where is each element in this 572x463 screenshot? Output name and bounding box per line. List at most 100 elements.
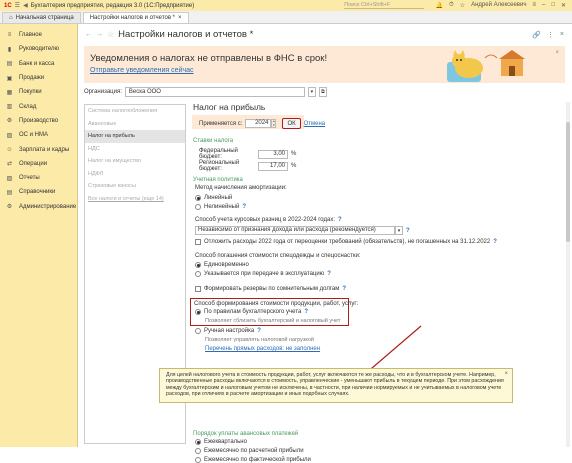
minimize-icon[interactable]: – <box>542 2 545 9</box>
checkbox[interactable] <box>195 286 201 292</box>
radio-button[interactable] <box>195 195 201 201</box>
close-icon[interactable]: × <box>560 31 564 39</box>
nav-item-property-tax[interactable]: Налог на имущество <box>85 155 185 168</box>
help-icon[interactable]: ? <box>327 271 331 277</box>
sidebar-item-salary[interactable]: ☺ Зарплата и кадры <box>0 142 77 156</box>
bell-icon[interactable]: 🔔 <box>436 2 443 9</box>
gear-icon: ⚙ <box>6 204 13 211</box>
sidebar-item-sales[interactable]: ▣ Продажи <box>0 71 77 85</box>
back-arrow-icon[interactable]: ← <box>85 31 92 38</box>
exchange-select[interactable]: Независимо от признания дохода или расхо… <box>195 226 395 235</box>
app-logo: 1С <box>4 2 12 9</box>
user-name[interactable]: Андрей Алексеевич <box>471 2 526 9</box>
fed-rate-field[interactable]: 3,00 <box>258 149 288 159</box>
scrollbar-thumb[interactable] <box>566 122 570 242</box>
help-icon[interactable]: ? <box>493 239 497 245</box>
sidebar-item-operations[interactable]: ⇄ Операции <box>0 157 77 171</box>
org-dropdown-button[interactable]: ▾ <box>307 86 316 97</box>
cancel-link[interactable]: Отмена <box>304 121 326 127</box>
radio-button[interactable] <box>195 448 201 454</box>
adv-quarterly-option[interactable]: Ежеквартально <box>195 439 247 445</box>
sidebar-item-main[interactable]: ≡ Главное <box>0 28 77 42</box>
spec-use-option[interactable]: Указывается при передаче в эксплуатацию … <box>195 271 331 277</box>
link-icon[interactable]: 🔗 <box>532 31 541 39</box>
radio-button[interactable] <box>195 309 201 315</box>
sidebar: ≡ Главное ▮ Руководителю ▤ Банк и касса ▣ Пр… <box>0 24 78 447</box>
adv-monthly-fact-option[interactable]: Ежемесячно по фактической прибыли <box>195 457 311 463</box>
org-open-button[interactable]: ⧉ <box>318 86 327 97</box>
search-input[interactable]: Поиск Ctrl+Shift+F <box>344 2 425 9</box>
ok-button[interactable]: ОК <box>282 118 301 129</box>
history-icon[interactable]: ⏱ <box>449 2 454 9</box>
sidebar-item-assets[interactable]: ▧ ОС и НМА <box>0 128 77 142</box>
favorite-star-icon[interactable]: ☆ <box>107 30 114 39</box>
cost-manual-option[interactable]: Ручная настройка ? <box>195 328 261 334</box>
cost-rules-option[interactable]: По правилам бухгалтерского учета ? <box>195 309 308 315</box>
sidebar-item-label: Справочники <box>19 189 56 196</box>
tab-home[interactable]: ⌂ Начальная страница <box>2 12 81 23</box>
help-icon[interactable]: ? <box>338 217 342 223</box>
chevron-down-icon[interactable]: ▾ <box>395 226 403 235</box>
nav-item-tax-system[interactable]: Система налогообложения <box>85 105 185 118</box>
banner-close-icon[interactable]: × <box>555 50 559 56</box>
tab-settings[interactable]: Настройки налогов и отчетов * × <box>82 12 189 23</box>
reg-rate-field[interactable]: 17,00 <box>258 161 288 171</box>
scrollbar[interactable] <box>566 102 570 447</box>
applies-year-field[interactable]: 2024 <box>245 119 272 128</box>
adv-monthly-calc-option[interactable]: Ежемесячно по расчетной прибыли <box>195 448 304 454</box>
option-label: Ежемесячно по фактической прибыли <box>204 457 311 463</box>
spec-once-option[interactable]: Единовременно <box>195 262 249 268</box>
more-icon[interactable]: ⋮ <box>547 31 554 39</box>
checkbox[interactable] <box>195 239 201 245</box>
tooltip-close-icon[interactable]: × <box>504 371 508 377</box>
nav-item-vat[interactable]: НДС <box>85 143 185 156</box>
nav-item-all-taxes[interactable]: Все налоги и отчеты (еще 14) <box>85 193 185 206</box>
year-spinner[interactable]: ▴ ▾ <box>271 119 277 128</box>
menu-icon[interactable]: ☰ <box>15 2 20 9</box>
help-icon[interactable]: ? <box>257 328 261 334</box>
star-icon[interactable]: ☆ <box>460 2 465 9</box>
warehouse-icon: ▥ <box>6 104 13 111</box>
org-field[interactable]: Веска ООО <box>124 86 305 97</box>
exchange-label: Способ учета курсовых разниц в 2022-2024… <box>195 217 336 223</box>
help-icon[interactable]: ? <box>242 204 246 210</box>
radio-button[interactable] <box>195 439 201 445</box>
sidebar-item-production[interactable]: ⚙ Производство <box>0 114 77 128</box>
close-icon[interactable]: ✕ <box>561 2 566 9</box>
sidebar-item-admin[interactable]: ⚙ Администрирование <box>0 200 77 214</box>
nav-item-insurance[interactable]: Страховые взносы <box>85 180 185 193</box>
banner-link[interactable]: Отправьте уведомления сейчас <box>90 67 194 74</box>
radio-button[interactable] <box>195 457 201 463</box>
radio-button[interactable] <box>195 262 201 268</box>
amort-linear-option[interactable]: Линейный <box>195 195 232 201</box>
sidebar-item-label: Руководителю <box>19 46 60 53</box>
sidebar-item-bank[interactable]: ▤ Банк и касса <box>0 57 77 71</box>
help-icon[interactable]: ? <box>406 228 410 234</box>
reserve-row[interactable]: Формировать резервы по сомнительным долг… <box>195 286 346 292</box>
sidebar-item-reports[interactable]: ▨ Отчеты <box>0 171 77 185</box>
amort-nonlinear-option[interactable]: Нелинейный ? <box>195 204 246 210</box>
radio-button[interactable] <box>195 328 201 334</box>
help-icon[interactable]: ? <box>304 309 308 315</box>
sidebar-item-label: Склад <box>19 103 37 110</box>
nav-item-advance[interactable]: Авансовые <box>85 118 185 131</box>
close-icon[interactable]: × <box>178 15 182 21</box>
nav-item-profit-tax[interactable]: Налог на прибыль <box>85 130 185 143</box>
nav-item-ndfl[interactable]: НДФЛ <box>85 168 185 181</box>
back-icon[interactable]: ◀ <box>23 2 28 9</box>
sidebar-item-purchases[interactable]: ▦ Покупки <box>0 85 77 99</box>
sidebar-item-manager[interactable]: ▮ Руководителю <box>0 42 77 56</box>
window-menu-icon[interactable]: ≡ <box>532 2 536 9</box>
maximize-icon[interactable]: □ <box>551 2 555 9</box>
help-icon[interactable]: ? <box>342 286 346 292</box>
home-icon: ⌂ <box>9 15 13 21</box>
radio-button[interactable] <box>195 271 201 277</box>
forward-arrow-icon[interactable]: → <box>96 31 103 38</box>
sidebar-item-catalogs[interactable]: ▤ Справочники <box>0 185 77 199</box>
sidebar-item-warehouse[interactable]: ▥ Склад <box>0 99 77 113</box>
main-area: ← → ☆ Настройки налогов и отчетов * 🔗 ⋮ … <box>79 24 572 463</box>
radio-button[interactable] <box>195 204 201 210</box>
operations-icon: ⇄ <box>6 161 13 168</box>
direct-costs-link[interactable]: Перечень прямых расходов: не заполнен <box>205 346 320 352</box>
defer-row[interactable]: Отложить расходы 2022 года от переоценки… <box>195 239 497 245</box>
